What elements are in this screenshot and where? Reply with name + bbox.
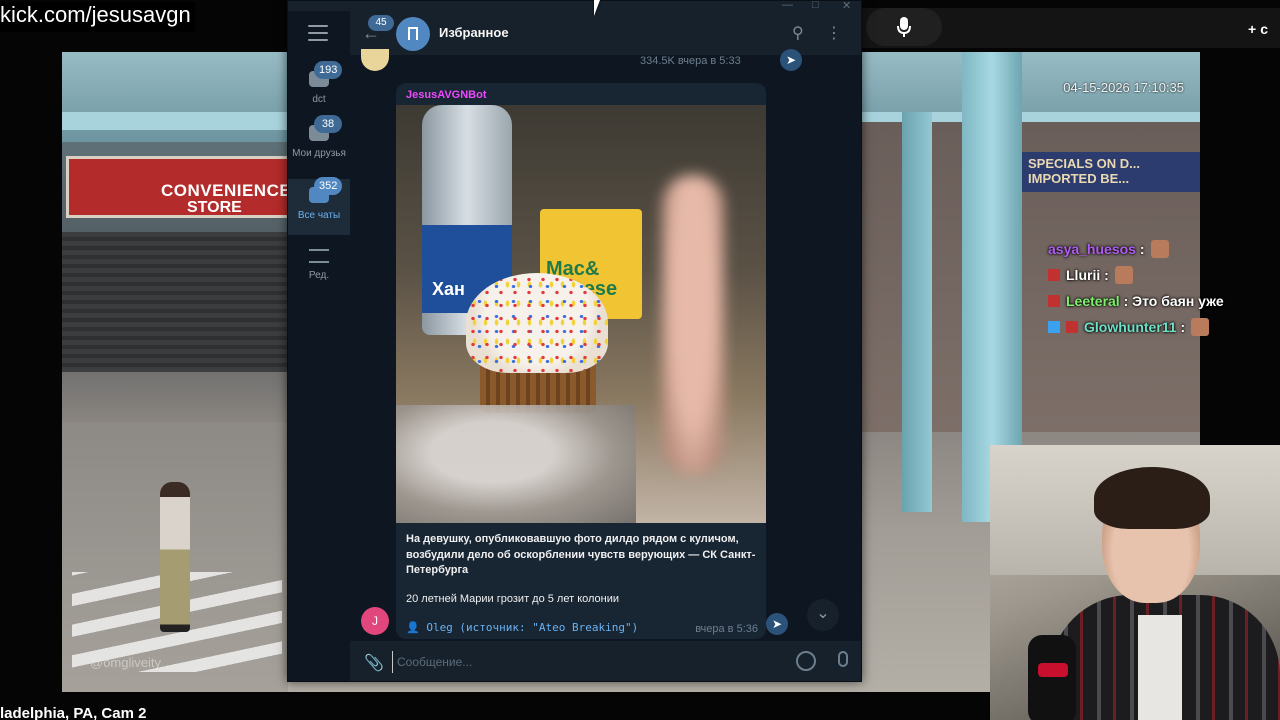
shop-banner: SPECIALS ON D... IMPORTED BE...: [1022, 152, 1200, 192]
message-source: 👤 Oleg (источник: "Ateo Breaking"): [406, 621, 639, 634]
chat-username: Llurii: [1066, 267, 1101, 283]
sender-avatar[interactable]: J: [361, 607, 389, 635]
voice-search-button[interactable]: [866, 8, 942, 46]
message-time: вчера в 5:36: [695, 623, 758, 635]
stream-url: kick.com/jesusavgn: [0, 2, 195, 32]
streamer-webcam: [990, 445, 1280, 720]
emote-icon: [1114, 266, 1133, 284]
scroll-down-button[interactable]: ⌄: [807, 599, 839, 631]
chat-text: Это баян уже: [1132, 293, 1224, 309]
folder-label: Ред.: [308, 270, 330, 281]
camera-caption: ladelphia, PA, Cam 2: [0, 705, 147, 720]
chat-separator: :: [1135, 241, 1145, 257]
badge-icon: [1048, 269, 1060, 281]
mouse-cursor-icon: [594, 0, 606, 16]
message-list: 334.5K вчера в 5:33 ➤ JesusAVGNBot Хан M…: [350, 49, 861, 641]
stream-chat-overlay: asya_huesos : Llurii : Leeteral : Это ба…: [1048, 236, 1280, 340]
streamer-hair: [1094, 467, 1210, 529]
chat-separator: :: [1100, 267, 1109, 283]
folder-edit[interactable]: Ред.: [288, 239, 350, 295]
chat-username: asya_huesos: [1048, 241, 1136, 257]
telegram-window: — □ ✕ 193 dct 38 Мои друзья 352 Все чаты: [287, 0, 862, 682]
camera-watermark: @omgliveity: [90, 655, 161, 670]
more-options-icon[interactable]: ⋮: [826, 23, 842, 43]
message-text-secondary: 20 летней Марии грозит до 5 лет колонии: [406, 593, 620, 605]
hamburger-menu-icon[interactable]: [308, 25, 328, 41]
chat-message: Llurii :: [1048, 262, 1280, 288]
emoji-icon[interactable]: [796, 651, 816, 671]
sliders-icon: [309, 249, 329, 263]
back-unread-badge: 45: [368, 15, 394, 31]
message-composer: 📎: [350, 641, 861, 681]
folder-label: Все чаты: [297, 210, 341, 221]
chat-message: asya_huesos :: [1048, 236, 1280, 262]
badge-icon: [1066, 321, 1078, 333]
stream-page: kick.com/jesusavgn + c CONVENIENCE STORE …: [0, 0, 1280, 720]
bookmark-icon: [408, 27, 418, 40]
message-author[interactable]: JesusAVGNBot: [406, 89, 486, 101]
microphone-icon: [897, 17, 911, 37]
folder-dct[interactable]: 193 dct: [288, 61, 350, 119]
sender-avatar[interactable]: [361, 49, 389, 71]
folder-all-chats[interactable]: 352 Все чаты: [288, 177, 350, 235]
chat-separator: :: [1119, 293, 1133, 309]
folder-sidebar: 193 dct 38 Мои друзья 352 Все чаты Ред.: [288, 11, 350, 681]
bottle-label-text: Хан: [432, 279, 465, 299]
create-button[interactable]: + c: [1244, 14, 1268, 40]
message-meta: 334.5K вчера в 5:33: [640, 55, 741, 67]
photo-sprinkles: [466, 273, 608, 373]
streamer-shirt: [1138, 615, 1182, 720]
store-sign-line2: STORE: [187, 199, 242, 216]
voice-message-icon[interactable]: [838, 651, 848, 667]
unread-count-badge: 38: [314, 115, 342, 133]
badge-icon: [1048, 321, 1060, 333]
maximize-icon[interactable]: □: [812, 1, 819, 11]
emote-icon: [1191, 318, 1210, 336]
microphone: [1028, 635, 1076, 720]
chat-message: Leeteral : Это баян уже: [1048, 288, 1280, 314]
saved-messages-avatar[interactable]: [396, 17, 430, 51]
pedestrian: [160, 482, 190, 632]
window-titlebar[interactable]: — □ ✕: [288, 1, 861, 12]
create-button-label: c: [1260, 21, 1268, 37]
search-icon[interactable]: ⚲: [792, 23, 804, 43]
photo-blurred-object: [662, 175, 724, 475]
rail-pillar: [902, 112, 932, 512]
emote-icon: [1150, 240, 1169, 258]
chat-separator: :: [1176, 319, 1186, 335]
folder-label: dct: [312, 94, 326, 105]
chat-username: Leeteral: [1066, 293, 1120, 309]
message-photo[interactable]: Хан Mac& Cheese: [396, 105, 766, 523]
badge-icon: [1048, 295, 1060, 307]
store-shutter: [62, 232, 288, 372]
message-input[interactable]: [392, 651, 772, 673]
chat-title[interactable]: Избранное: [439, 25, 509, 40]
chat-header: ← 45 Избранное ⚲ ⋮: [350, 11, 861, 55]
forward-icon[interactable]: ➤: [766, 613, 788, 635]
forward-icon[interactable]: ➤: [780, 49, 802, 71]
photo-plastic-bag: [396, 405, 636, 523]
unread-count-badge: 352: [314, 177, 343, 195]
message-text: На девушку, опубликовавшую фото дилдо ря…: [406, 533, 756, 576]
minimize-icon[interactable]: —: [782, 1, 793, 11]
store-sign: CONVENIENCE STORE: [66, 156, 292, 218]
plus-icon: +: [1248, 21, 1257, 37]
folder-label: Мои друзья: [292, 148, 346, 159]
unread-count-badge: 193: [314, 61, 343, 79]
microphone-logo: [1038, 663, 1068, 677]
folder-my-friends[interactable]: 38 Мои друзья: [288, 115, 350, 173]
chat-message: Glowhunter11 :: [1048, 314, 1280, 340]
camera-timestamp: 04-15-2026 17:10:35: [1063, 80, 1184, 95]
store-sign-line1: CONVENIENCE: [161, 181, 292, 200]
chat-username: Glowhunter11: [1084, 319, 1177, 335]
attach-icon[interactable]: 📎: [364, 653, 384, 673]
message-bubble: JesusAVGNBot Хан Mac& Cheese На девушку,…: [396, 83, 766, 639]
